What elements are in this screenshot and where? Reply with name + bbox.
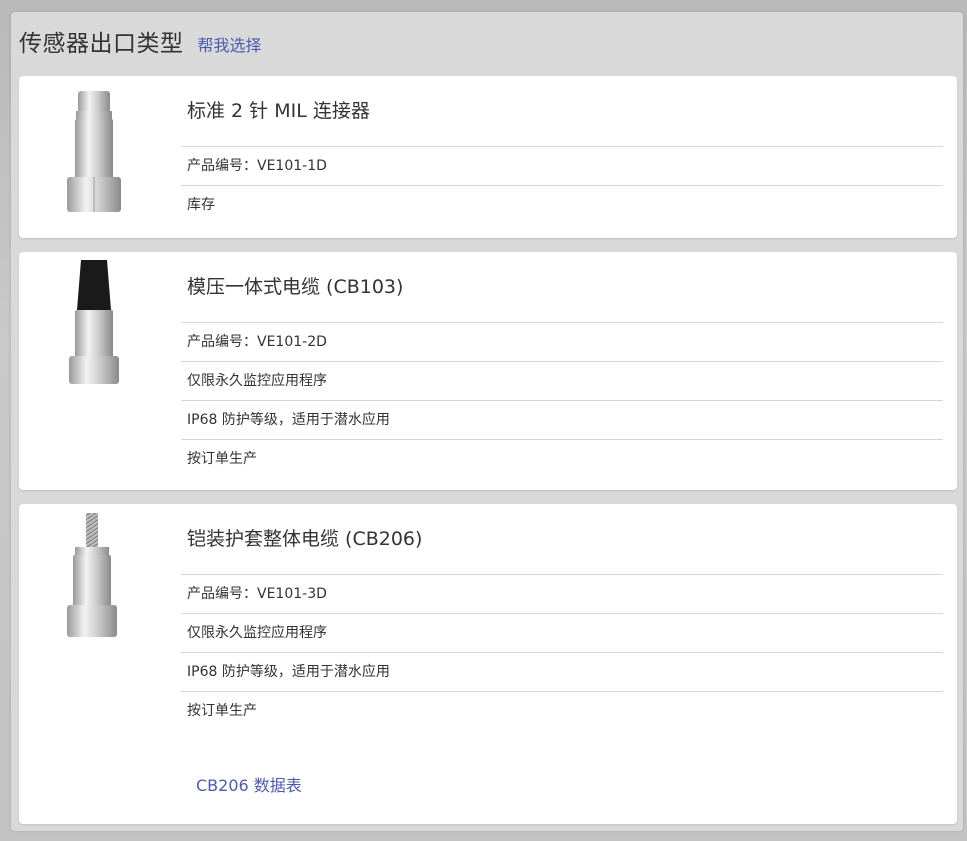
option-card-body: 模压一体式电缆 (CB103) 产品编号：VE101-2D 仅限永久监控应用程序… bbox=[181, 252, 943, 478]
stock-status: 库存 bbox=[187, 197, 215, 213]
option-title: 标准 2 针 MIL 连接器 bbox=[181, 76, 943, 147]
help-me-choose-link[interactable]: 帮我选择 bbox=[198, 32, 262, 56]
page-title: 传感器出口类型 bbox=[19, 31, 184, 57]
option-card-mil-connector[interactable]: 标准 2 针 MIL 连接器 产品编号：VE101-1D 库存 bbox=[19, 76, 957, 238]
ip-rating: IP68 防护等级，适用于潜水应用 bbox=[181, 401, 943, 440]
ip-rating: IP68 防护等级，适用于潜水应用 bbox=[181, 653, 943, 692]
panel-header: 传感器出口类型 帮我选择 bbox=[19, 24, 262, 57]
option-card-armored-cable[interactable]: 铠装护套整体电缆 (CB206) 产品编号：VE101-3D 仅限永久监控应用程… bbox=[19, 504, 957, 824]
part-number: 产品编号：VE101-1D bbox=[181, 147, 943, 186]
option-card-molded-cable[interactable]: 模压一体式电缆 (CB103) 产品编号：VE101-2D 仅限永久监控应用程序… bbox=[19, 252, 957, 490]
datasheet-link[interactable]: CB206 数据表 bbox=[196, 772, 302, 796]
application-note: 仅限永久监控应用程序 bbox=[181, 362, 943, 401]
option-title: 铠装护套整体电缆 (CB206) bbox=[181, 504, 943, 575]
sensor-outlet-panel: 传感器出口类型 帮我选择 标准 2 针 MIL 连接器 产品编号：VE101-1… bbox=[11, 12, 963, 831]
molded-cable-sensor-icon bbox=[69, 260, 119, 384]
part-number: 产品编号：VE101-2D bbox=[181, 323, 943, 362]
option-card-body: 标准 2 针 MIL 连接器 产品编号：VE101-1D 库存 bbox=[181, 76, 943, 224]
option-card-body: 铠装护套整体电缆 (CB206) 产品编号：VE101-3D 仅限永久监控应用程… bbox=[181, 504, 943, 730]
option-title: 模压一体式电缆 (CB103) bbox=[181, 252, 943, 323]
part-number: 产品编号：VE101-3D bbox=[181, 575, 943, 614]
lead-time: 按订单生产 bbox=[187, 451, 257, 467]
armored-cable-sensor-icon bbox=[67, 513, 117, 637]
mil-connector-sensor-icon bbox=[67, 91, 121, 212]
lead-time: 按订单生产 bbox=[187, 703, 257, 719]
application-note: 仅限永久监控应用程序 bbox=[181, 614, 943, 653]
